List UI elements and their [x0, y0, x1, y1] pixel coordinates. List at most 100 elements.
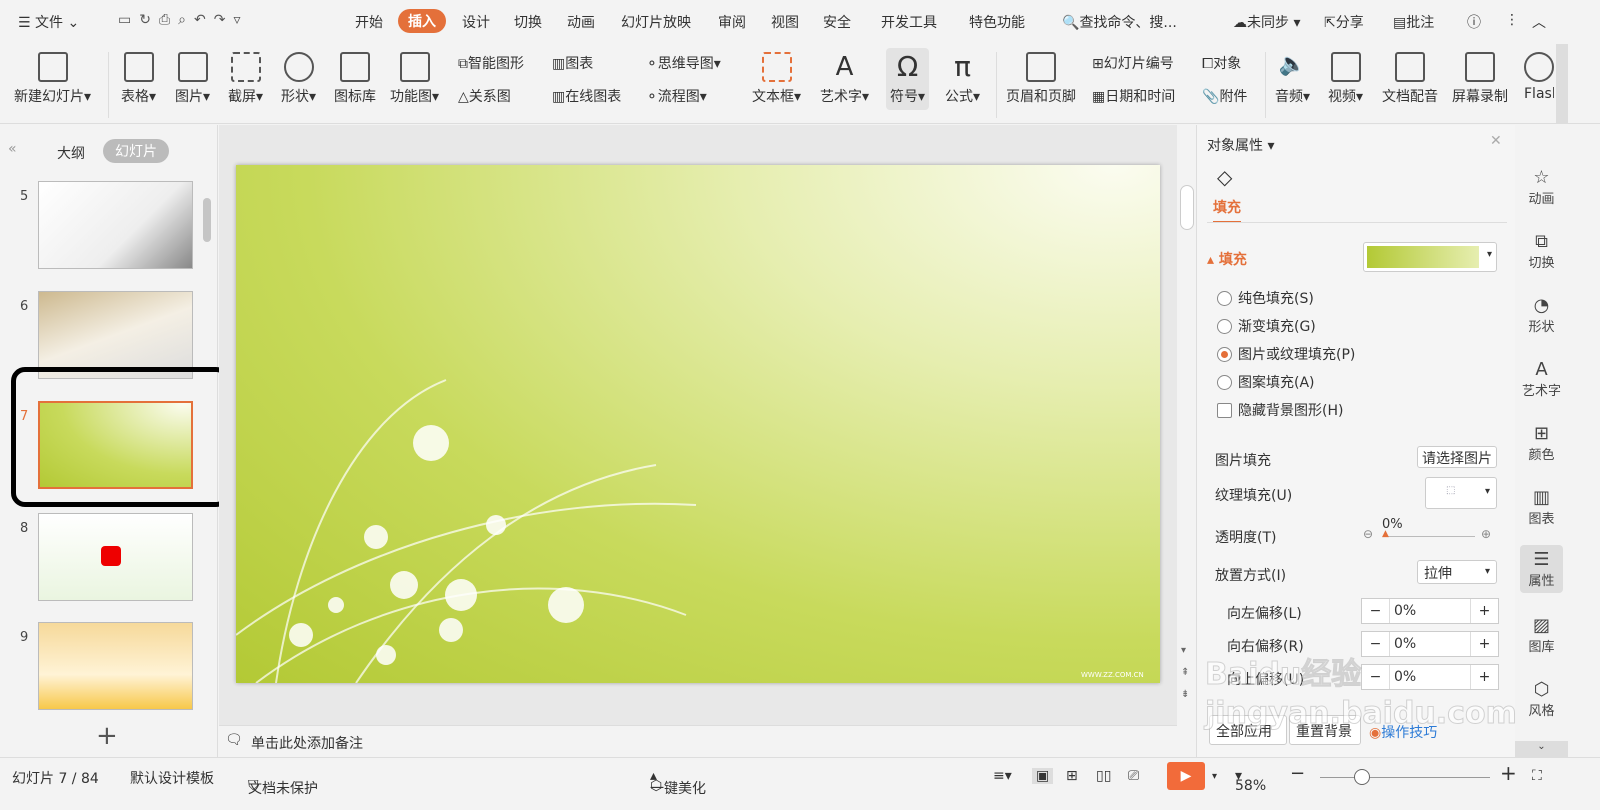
side-wordart[interactable]: A 艺术字 — [1515, 359, 1568, 399]
picture-button[interactable]: 图片▾ — [175, 52, 210, 106]
normal-view-icon[interactable]: ▣ — [1032, 768, 1054, 784]
slide-thumbnail-9[interactable] — [38, 622, 193, 710]
reset-background-button[interactable]: 重置背景 — [1289, 715, 1361, 745]
share-button[interactable]: ⇱分享 — [1324, 12, 1364, 32]
notes-view-icon[interactable]: ≡▾ — [993, 768, 1012, 784]
zoom-in-icon[interactable]: + — [1500, 761, 1517, 785]
zoom-slider-handle[interactable] — [1354, 769, 1370, 785]
right-offset-value[interactable]: 0% — [1390, 632, 1470, 656]
audio-button[interactable]: 🔈 音频▾ — [1275, 52, 1310, 106]
hide-bg-checkbox[interactable]: 隐藏背景图形(H) — [1217, 400, 1343, 420]
zoom-slider[interactable] — [1320, 777, 1490, 778]
tab-developer[interactable]: 开发工具 — [881, 12, 937, 32]
function-chart-button[interactable]: 功能图▾ — [390, 52, 439, 106]
wordart-button[interactable]: A 艺术字▾ — [820, 52, 869, 106]
tab-review[interactable]: 审阅 — [718, 12, 746, 32]
placement-dropdown[interactable]: 拉伸 ▾ — [1417, 560, 1497, 584]
minus-icon[interactable]: − — [1362, 665, 1390, 689]
symbol-button[interactable]: Ω 符号▾ — [886, 48, 930, 110]
tab-animation[interactable]: 动画 — [567, 12, 595, 32]
plus-icon[interactable]: ⊕ — [1481, 527, 1491, 541]
minus-icon[interactable]: ⊖ — [1363, 527, 1373, 541]
side-transition[interactable]: ⧉ 切换 — [1515, 231, 1568, 271]
help-icon[interactable]: ⓘ — [1467, 12, 1481, 32]
tab-slideshow[interactable]: 幻灯片放映 — [621, 12, 691, 32]
radio-gradient-fill[interactable]: 渐变填充(G) — [1217, 316, 1316, 336]
date-time-button[interactable]: ▦日期和时间 — [1092, 86, 1175, 106]
right-offset-stepper[interactable]: −0% + — [1361, 631, 1499, 657]
notes-bar[interactable]: 🗨 单击此处添加备注 — [219, 725, 1177, 757]
collapse-panel-icon[interactable]: « — [8, 141, 17, 157]
relation-button[interactable]: △关系图 — [458, 86, 511, 106]
slider-handle[interactable]: ▲ — [1382, 529, 1389, 539]
new-slide-button[interactable]: 新建幻灯片▾ — [14, 52, 91, 106]
online-chart-button[interactable]: ▥在线图表 — [552, 86, 621, 106]
mind-map-button[interactable]: ⚬思维导图▾ — [646, 53, 721, 73]
radio-pattern-fill[interactable]: 图案填充(A) — [1217, 372, 1315, 392]
collapse-ribbon-icon[interactable]: ︿ — [1532, 12, 1546, 32]
side-shape[interactable]: ◔ 形状 — [1515, 295, 1568, 335]
voiceover-button[interactable]: 文档配音 — [1382, 52, 1438, 106]
template-name[interactable]: 默认设计模板 — [130, 768, 214, 788]
formula-button[interactable]: π 公式▾ — [945, 52, 980, 106]
screen-record-button[interactable]: 屏幕录制 — [1452, 52, 1508, 106]
scrollbar[interactable] — [203, 198, 211, 242]
flowchart-button[interactable]: ⚬流程图▾ — [646, 86, 707, 106]
slide-thumbnail-8[interactable] — [38, 513, 193, 601]
play-options-icon[interactable]: ▾ — [1212, 771, 1217, 782]
plus-icon[interactable]: + — [1470, 632, 1498, 656]
side-chart[interactable]: ▥ 图表 — [1515, 487, 1568, 527]
panel-title[interactable]: 对象属性 ▾ — [1207, 135, 1274, 155]
apply-all-button[interactable]: 全部应用 — [1209, 715, 1287, 745]
slide-thumbnail-6[interactable] — [38, 291, 193, 379]
side-scroll-down[interactable]: ⌄ — [1515, 741, 1568, 757]
shape-button[interactable]: 形状▾ — [281, 52, 316, 106]
smart-art-button[interactable]: ⧉智能图形 — [458, 53, 524, 73]
beautify-button[interactable]: ⬡ 一键美化 ▴ — [650, 768, 706, 797]
slide-canvas[interactable]: WWW.ZZ.COM.CN — [236, 165, 1160, 683]
screenshot-button[interactable]: 截屏▾ — [228, 52, 263, 106]
tips-link[interactable]: ◉操作技巧 — [1369, 722, 1437, 742]
tab-insert[interactable]: 插入 — [398, 9, 446, 33]
radio-picture-fill[interactable]: 图片或纹理填充(P) — [1217, 344, 1355, 364]
tab-features[interactable]: 特色功能 — [969, 12, 1025, 32]
plus-icon[interactable]: + — [1470, 665, 1498, 689]
fill-preview-dropdown[interactable]: ▾ — [1363, 242, 1497, 272]
tab-security[interactable]: 安全 — [823, 12, 851, 32]
tab-view[interactable]: 视图 — [771, 12, 799, 32]
fill-section-header[interactable]: ▴ 填充 — [1207, 249, 1247, 269]
play-slideshow-button[interactable]: ▶ — [1167, 762, 1205, 790]
zoom-out-icon[interactable]: − — [1290, 763, 1305, 784]
file-menu[interactable]: ☰ 文件 ⌄ — [18, 12, 79, 32]
video-button[interactable]: 视频▾ — [1328, 52, 1363, 106]
tab-slides[interactable]: 幻灯片 — [103, 139, 169, 163]
table-button[interactable]: 表格▾ — [121, 52, 156, 106]
tab-design[interactable]: 设计 — [462, 12, 490, 32]
header-footer-button[interactable]: 页眉和页脚 — [1006, 52, 1076, 106]
icon-library-button[interactable]: 图标库 — [334, 52, 376, 106]
zoom-level-dropdown[interactable]: 58% ▾ — [1235, 768, 1266, 794]
flash-button[interactable]: Flash — [1524, 52, 1554, 102]
quick-access-icons[interactable]: ▭↻⎙⌕↶↷▿ — [118, 12, 249, 28]
add-slide-icon[interactable]: + — [96, 721, 118, 751]
side-properties[interactable]: ☰ 属性 — [1520, 545, 1563, 593]
side-color[interactable]: ⊞ 颜色 — [1515, 423, 1568, 463]
side-gallery[interactable]: ▨ 图库 — [1515, 615, 1568, 655]
slide-number-button[interactable]: ⊞幻灯片编号 — [1092, 53, 1174, 73]
side-style[interactable]: ⬡ 风格 — [1515, 679, 1568, 719]
chart-button[interactable]: ▥图表 — [552, 53, 593, 73]
presenter-view-icon[interactable]: ⎚ — [1128, 768, 1139, 784]
minus-icon[interactable]: − — [1362, 599, 1390, 623]
tab-transition[interactable]: 切换 — [514, 12, 542, 32]
texture-dropdown[interactable]: ⬚ ▾ — [1425, 477, 1497, 509]
tab-start[interactable]: 开始 — [355, 12, 383, 32]
plus-icon[interactable]: + — [1470, 599, 1498, 623]
left-offset-value[interactable]: 0% — [1390, 599, 1470, 623]
close-icon[interactable]: ✕ — [1490, 133, 1502, 149]
sorter-view-icon[interactable]: ⊞ — [1066, 768, 1078, 784]
tab-fill[interactable]: 填充 — [1213, 197, 1241, 223]
search-command[interactable]: 🔍查找命令、搜... — [1062, 12, 1177, 32]
choose-picture-button[interactable]: 请选择图片 — [1417, 446, 1497, 468]
fit-window-icon[interactable]: ⛶ — [1532, 768, 1542, 784]
top-offset-stepper[interactable]: −0% + — [1361, 664, 1499, 690]
